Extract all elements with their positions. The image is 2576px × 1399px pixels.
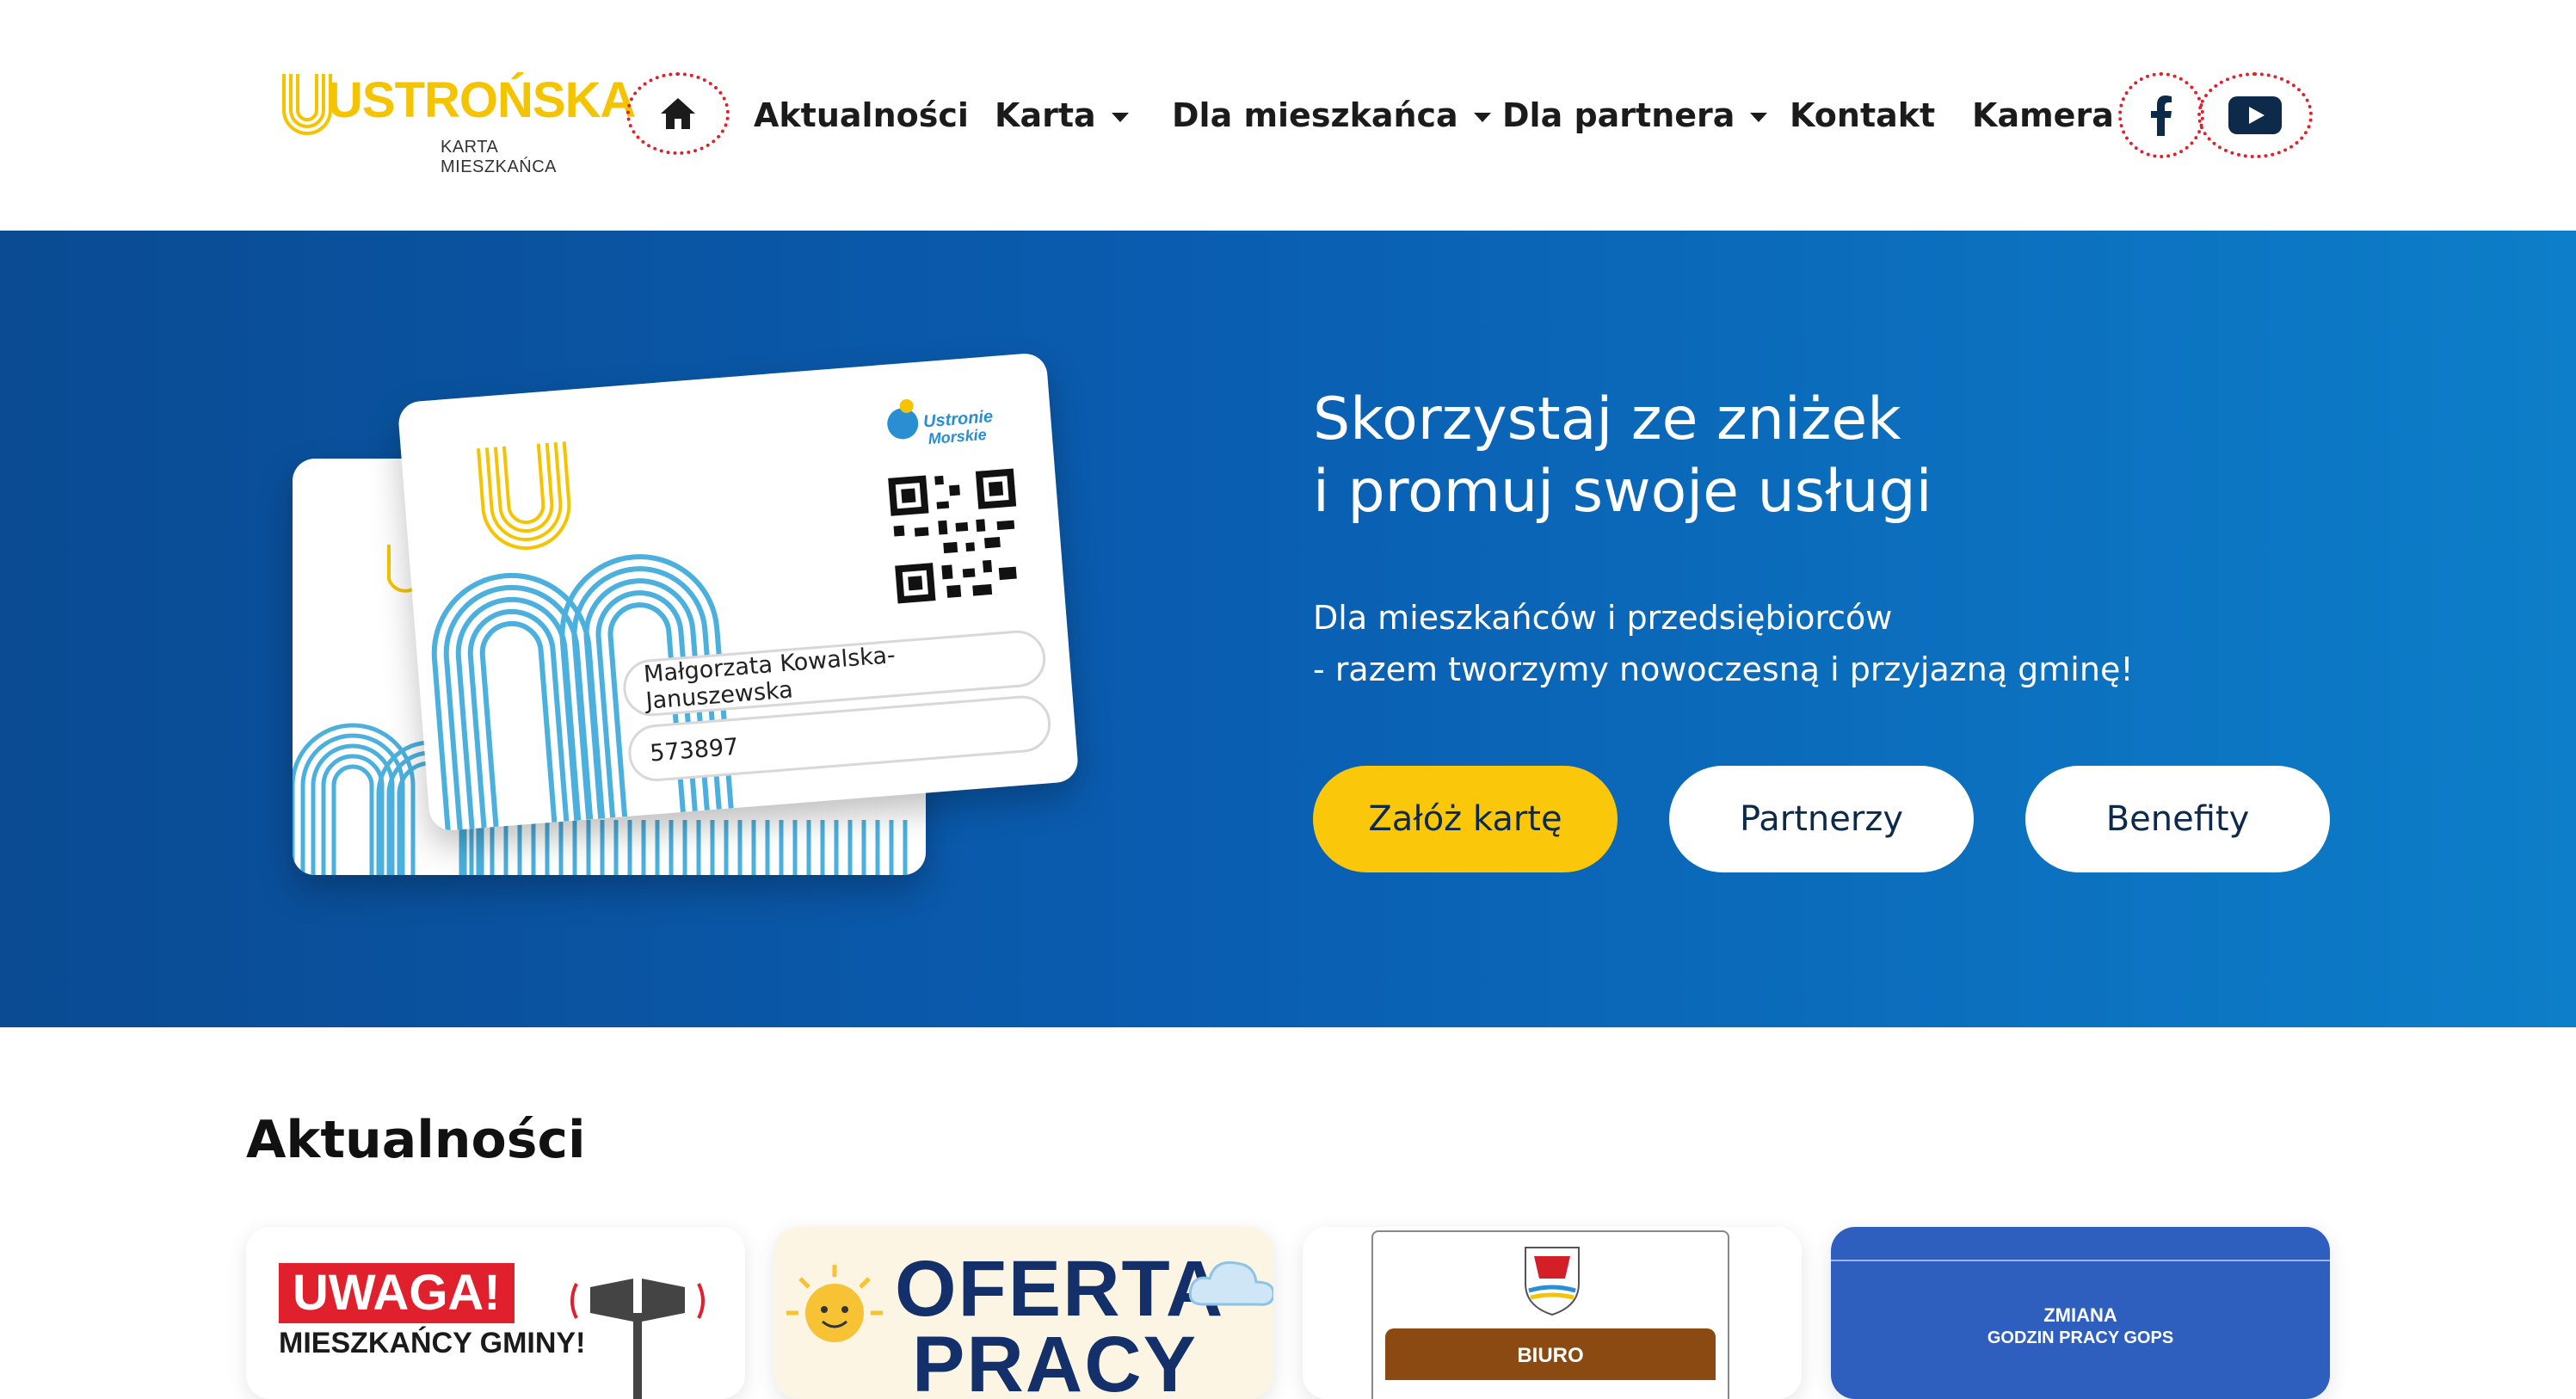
site-header: USTROŃSKA KARTA MIESZKAŃCA Aktualności K…: [0, 0, 2576, 231]
news-card-4-title: ZMIANA: [2043, 1304, 2117, 1326]
news-card-2-subtitle: PRACY: [912, 1321, 1199, 1399]
site-logo[interactable]: USTROŃSKA KARTA MIESZKAŃCA: [277, 71, 636, 176]
news-card-4-divider: [1831, 1260, 2330, 1261]
nav-kamera[interactable]: Kamera: [1972, 93, 2114, 138]
news-card-1[interactable]: UWAGA! MIESZKAŃCY GMINY!: [246, 1227, 745, 1399]
logo-subtitle: KARTA MIESZKAŃCA: [441, 138, 558, 176]
nav-dla-mieszkanca[interactable]: Dla mieszkańca: [1172, 93, 1491, 138]
benefits-button[interactable]: Benefity: [2025, 766, 2330, 872]
nav-dla-partnera-label: Dla partnera: [1502, 96, 1735, 134]
nav-dla-mieszkanca-label: Dla mieszkańca: [1172, 96, 1458, 134]
qr-code-icon: [886, 466, 1026, 606]
nav-karta[interactable]: Karta: [995, 93, 1129, 138]
facebook-link[interactable]: [2118, 72, 2204, 158]
chevron-down-icon: [1111, 113, 1129, 122]
home-icon: [661, 98, 695, 129]
hero-subtitle: Dla mieszkańców i przedsiębiorców - raze…: [1313, 592, 2134, 695]
home-button[interactable]: [626, 72, 730, 155]
facebook-icon: [2151, 96, 2172, 136]
card-illustration-front: Ustronie Morskie Małgorzata Kowalska-Jan…: [397, 352, 1080, 832]
hero-title-line1: Skorzystaj ze zniżek: [1313, 385, 1901, 453]
news-card-3-title: BIURO: [1385, 1328, 1716, 1380]
svg-text:Morskie: Morskie: [927, 426, 987, 447]
news-card-4[interactable]: ZMIANA GODZIN PRACY GOPS: [1831, 1227, 2330, 1399]
news-heading: Aktualności: [246, 1110, 586, 1170]
coat-of-arms-icon: [1525, 1247, 1580, 1316]
hero-title: Skorzystaj ze zniżek i promuj swoje usłu…: [1313, 384, 1932, 528]
hero-subtitle-line2: - razem tworzymy nowoczesną i przyjazną …: [1313, 650, 2134, 688]
megaphone-icon: [570, 1279, 705, 1399]
sun-icon: [786, 1265, 883, 1342]
chevron-down-icon: [1750, 113, 1768, 122]
nav-karta-label: Karta: [995, 96, 1096, 134]
hero-banner: Ustronie Morskie Małgorzata Kowalska-Jan…: [0, 231, 2576, 1027]
nav-aktualnosci[interactable]: Aktualności: [754, 93, 969, 138]
chevron-down-icon: [1473, 113, 1491, 122]
news-card-1-subtitle: MIESZKAŃCY GMINY!: [279, 1327, 586, 1359]
youtube-link[interactable]: [2197, 72, 2313, 158]
nav-dla-partnera[interactable]: Dla partnera: [1502, 93, 1768, 138]
ustronie-morskie-logo: Ustronie Morskie: [887, 398, 994, 447]
nav-kontakt[interactable]: Kontakt: [1790, 93, 1935, 138]
hero-subtitle-line1: Dla mieszkańców i przedsiębiorców: [1313, 599, 1893, 637]
youtube-icon: [2228, 96, 2282, 134]
news-card-3[interactable]: BIURO: [1303, 1227, 1802, 1399]
partners-button[interactable]: Partnerzy: [1669, 766, 1974, 872]
news-card-4-subtitle: GODZIN PRACY GOPS: [1987, 1328, 2174, 1347]
news-card-2[interactable]: OFERTA PRACY: [774, 1227, 1273, 1399]
cloud-icon: [1188, 1260, 1273, 1306]
logo-wordmark: USTROŃSKA: [327, 72, 636, 128]
news-card-1-title: UWAGA!: [279, 1263, 515, 1323]
hero-title-line2: i promuj swoje usługi: [1313, 458, 1932, 526]
create-card-button[interactable]: Załóż kartę: [1313, 766, 1618, 872]
news-card-2-title: OFERTA: [895, 1245, 1225, 1333]
